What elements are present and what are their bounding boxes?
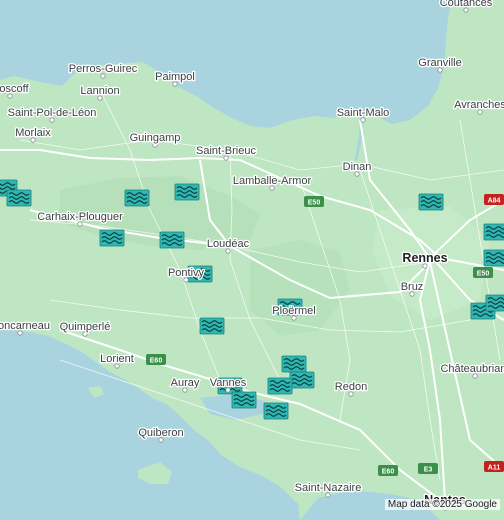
svg-text:Avranches: Avranches	[454, 99, 504, 111]
svg-text:Morlaix: Morlaix	[15, 127, 51, 139]
svg-text:Roscoff: Roscoff	[0, 83, 29, 95]
svg-text:Coutances: Coutances	[440, 0, 493, 9]
water-marker-icon[interactable]	[174, 183, 200, 201]
svg-text:Pontivy: Pontivy	[168, 267, 205, 279]
svg-text:Rennes: Rennes	[402, 251, 447, 265]
svg-text:E50: E50	[308, 199, 321, 206]
svg-text:Lannion: Lannion	[80, 85, 119, 97]
svg-text:A84: A84	[488, 197, 501, 204]
svg-text:Carhaix-Plouguer: Carhaix-Plouguer	[37, 211, 123, 223]
svg-text:Quimperlé: Quimperlé	[60, 321, 111, 333]
svg-text:E3: E3	[424, 466, 433, 473]
svg-text:Vannes: Vannes	[210, 377, 247, 389]
water-marker-icon[interactable]	[485, 294, 504, 312]
svg-text:Lorient: Lorient	[100, 353, 134, 365]
svg-text:Redon: Redon	[335, 381, 367, 393]
water-marker-icon[interactable]	[99, 229, 125, 247]
svg-text:Guingamp: Guingamp	[130, 132, 181, 144]
svg-text:Châteaubriant: Châteaubriant	[440, 363, 504, 375]
svg-text:Quiberon: Quiberon	[138, 427, 183, 439]
water-marker-icon[interactable]	[263, 402, 289, 420]
svg-text:Saint-Pol-de-Léon: Saint-Pol-de-Léon	[8, 107, 97, 119]
road-shield: A11	[484, 461, 504, 472]
svg-text:Auray: Auray	[171, 377, 200, 389]
svg-text:Lamballe-Armor: Lamballe-Armor	[233, 175, 312, 187]
map-canvas[interactable]: E50 A84 E50 E60 E60 E3 A11 Coutances Perros-Gui…	[0, 0, 504, 520]
map-attribution: Map data ©2025 Google	[384, 499, 500, 510]
water-marker-icon[interactable]	[418, 193, 444, 211]
water-marker-icon[interactable]	[6, 189, 32, 207]
svg-text:E60: E60	[382, 468, 395, 475]
svg-text:Concarneau: Concarneau	[0, 320, 50, 332]
water-marker-icon[interactable]	[159, 231, 185, 249]
svg-text:E60: E60	[150, 357, 163, 364]
water-marker-icon[interactable]	[124, 189, 150, 207]
road-shield: E3	[418, 463, 438, 474]
svg-text:Loudéac: Loudéac	[207, 238, 250, 250]
water-marker-icon[interactable]	[231, 391, 257, 409]
water-marker-icon[interactable]	[199, 317, 225, 335]
road-shield: E60	[378, 465, 398, 476]
svg-text:Perros-Guirec: Perros-Guirec	[69, 63, 138, 75]
road-shield: E50	[304, 196, 324, 207]
svg-text:Ploërmel: Ploërmel	[272, 305, 315, 317]
road-shield: A84	[484, 194, 504, 205]
road-shield: E60	[146, 354, 166, 365]
svg-text:Dinan: Dinan	[343, 161, 372, 173]
water-marker-icon[interactable]	[483, 223, 504, 241]
svg-text:A11: A11	[488, 464, 501, 471]
svg-text:Saint-Nazaire: Saint-Nazaire	[295, 482, 362, 494]
water-marker-icon[interactable]	[267, 377, 293, 395]
svg-text:Saint-Brieuc: Saint-Brieuc	[196, 145, 256, 157]
water-marker-icon[interactable]	[281, 355, 307, 373]
svg-text:Bruz: Bruz	[401, 281, 424, 293]
road-shield: E50	[473, 267, 493, 278]
svg-text:Paimpol: Paimpol	[155, 71, 195, 83]
water-marker-icon[interactable]	[483, 249, 504, 267]
svg-text:Saint-Malo: Saint-Malo	[337, 107, 390, 119]
svg-text:Granville: Granville	[418, 57, 461, 69]
svg-text:E50: E50	[477, 270, 490, 277]
water-marker-icon[interactable]	[289, 371, 315, 389]
